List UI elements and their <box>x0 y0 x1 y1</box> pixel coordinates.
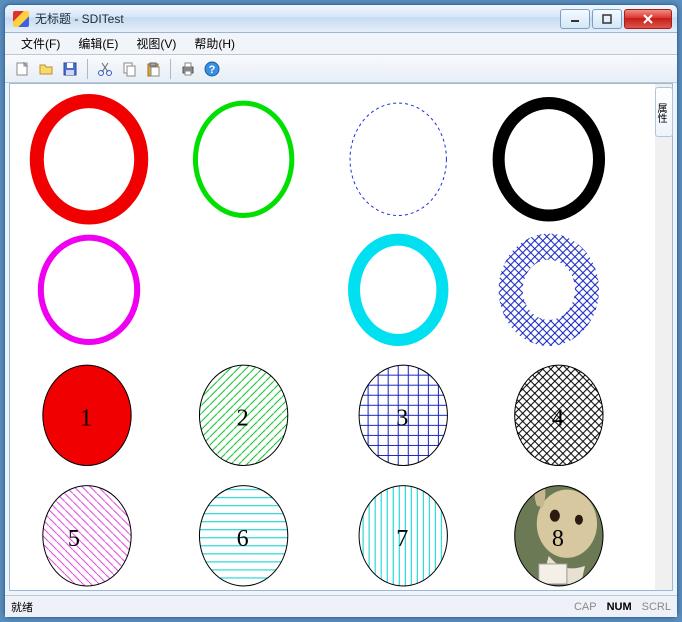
ellipse-r1c3 <box>350 103 446 215</box>
app-icon <box>13 11 29 27</box>
drawing-canvas[interactable]: 1 2 3 4 5 6 7 8 <box>10 84 672 590</box>
minimize-button[interactable] <box>560 9 590 29</box>
close-button[interactable] <box>624 9 672 29</box>
maximize-button[interactable] <box>592 9 622 29</box>
print-button[interactable] <box>177 58 199 80</box>
menu-file[interactable]: 文件(F) <box>13 33 68 54</box>
menu-edit[interactable]: 编辑(E) <box>70 33 126 54</box>
label-7: 7 <box>396 526 408 552</box>
main-window: 无标题 - SDITest 文件(F) 编辑(E) 视图(V) 帮助(H) <box>4 4 678 618</box>
client-area: 1 2 3 4 5 6 7 8 <box>9 83 673 591</box>
label-1: 1 <box>80 405 92 431</box>
label-6: 6 <box>237 526 249 552</box>
menu-view[interactable]: 视图(V) <box>128 33 184 54</box>
side-panel-label: 属性 <box>653 103 668 123</box>
new-button[interactable] <box>11 58 33 80</box>
titlebar[interactable]: 无标题 - SDITest <box>5 5 677 33</box>
statusbar: 就绪 CAP NUM SCRL <box>5 595 677 617</box>
label-4: 4 <box>552 405 564 431</box>
svg-text:?: ? <box>209 64 216 76</box>
save-button[interactable] <box>59 58 81 80</box>
help-button[interactable]: ? <box>201 58 223 80</box>
window-title: 无标题 - SDITest <box>35 10 124 27</box>
status-scrl: SCRL <box>642 601 671 613</box>
ellipse-r1c4 <box>499 103 599 215</box>
status-num: NUM <box>607 601 632 613</box>
menu-help[interactable]: 帮助(H) <box>186 33 243 54</box>
menubar: 文件(F) 编辑(E) 视图(V) 帮助(H) <box>5 33 677 55</box>
status-ready: 就绪 <box>11 599 33 615</box>
ellipse-r2c4-hole <box>523 260 575 320</box>
window-controls <box>560 9 677 29</box>
cut-button[interactable] <box>94 58 116 80</box>
label-2: 2 <box>237 405 249 431</box>
toolbar-separator <box>170 59 171 79</box>
copy-button[interactable] <box>118 58 140 80</box>
label-5: 5 <box>68 526 80 552</box>
ellipse-r1c2 <box>195 103 291 215</box>
side-panel[interactable]: 属性 <box>655 87 673 137</box>
ellipse-5 <box>43 486 131 586</box>
ellipse-r2c1 <box>41 238 137 342</box>
ellipse-r2c3 <box>354 240 442 340</box>
ellipse-r1c1 <box>37 101 141 217</box>
toolbar: ? <box>5 55 677 83</box>
paste-button[interactable] <box>142 58 164 80</box>
vertical-scrollbar[interactable] <box>655 84 672 590</box>
toolbar-separator <box>87 59 88 79</box>
label-8: 8 <box>552 526 564 552</box>
open-button[interactable] <box>35 58 57 80</box>
label-3: 3 <box>396 405 408 431</box>
status-cap: CAP <box>574 601 597 613</box>
